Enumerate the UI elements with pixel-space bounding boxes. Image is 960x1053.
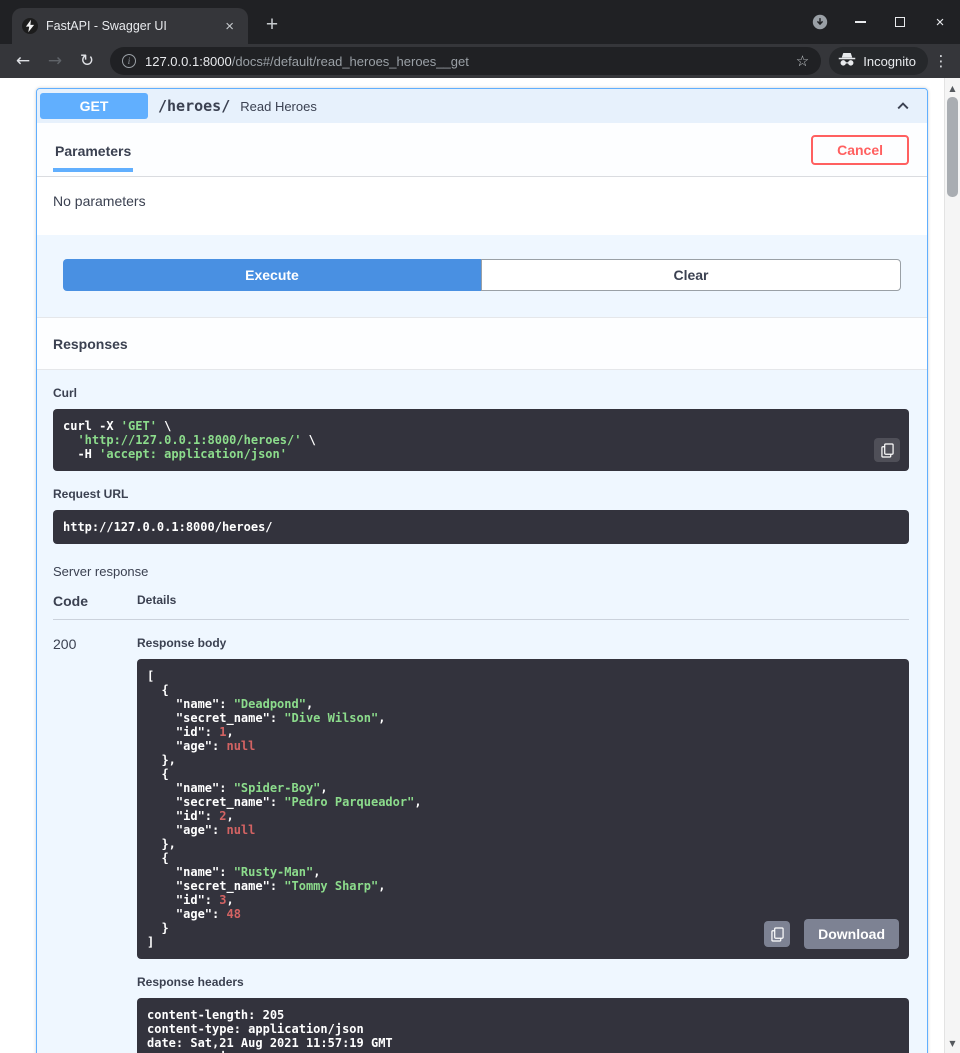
maximize-button[interactable]: [892, 14, 908, 30]
copy-curl-icon[interactable]: [874, 438, 900, 462]
cancel-button[interactable]: Cancel: [811, 135, 909, 165]
response-table-header: Code Details: [53, 593, 909, 620]
new-tab-button[interactable]: +: [258, 11, 286, 39]
browser-update-icon[interactable]: [812, 14, 828, 30]
url-host: 127.0.0.1:8000: [145, 54, 232, 69]
responses-title: Responses: [53, 336, 128, 352]
parameters-header: Parameters Cancel: [37, 123, 927, 177]
tab-parameters[interactable]: Parameters: [53, 128, 133, 172]
execute-button-group: Execute Clear: [63, 259, 901, 291]
swagger-page: GET /heroes/ Read Heroes Parameters Canc…: [0, 78, 960, 1053]
incognito-icon: [838, 52, 856, 70]
url-text[interactable]: 127.0.0.1:8000/docs#/default/read_heroes…: [145, 54, 787, 69]
page-scrollbar[interactable]: ▲ ▼: [944, 78, 960, 1053]
responses-header: Responses: [37, 317, 927, 370]
tab-title: FastAPI - Swagger UI: [46, 19, 213, 33]
opblock-summary[interactable]: GET /heroes/ Read Heroes: [37, 89, 927, 123]
opblock-get-heroes: GET /heroes/ Read Heroes Parameters Canc…: [36, 88, 928, 1053]
curl-label: Curl: [53, 386, 909, 400]
reload-icon[interactable]: ↻: [72, 47, 102, 75]
url-path: /docs#/default/read_heroes_heroes__get: [232, 54, 469, 69]
response-body-json: [ { "name": "Deadpond", "secret_name": "…: [137, 659, 909, 959]
clear-button[interactable]: Clear: [481, 259, 901, 291]
back-icon[interactable]: ←: [8, 47, 38, 75]
copy-response-icon[interactable]: [764, 921, 790, 947]
execute-button[interactable]: Execute: [63, 259, 481, 291]
page-info-icon[interactable]: i: [122, 54, 136, 68]
fastapi-favicon: [22, 18, 38, 34]
details-column-header: Details: [137, 593, 909, 609]
method-badge: GET: [40, 93, 148, 119]
response-body-label: Response body: [137, 636, 909, 650]
response-headers-block: content-length: 205 content-type: applic…: [137, 998, 909, 1053]
response-details: Response body [ { "name": "Deadpond", "s…: [137, 636, 909, 1053]
no-parameters-text: No parameters: [53, 193, 146, 209]
status-code: 200: [53, 636, 137, 1053]
request-url-label: Request URL: [53, 487, 909, 501]
forward-icon[interactable]: →: [40, 47, 70, 75]
response-body-block: [ { "name": "Deadpond", "secret_name": "…: [137, 659, 909, 959]
curl-command: curl -X 'GET' \ 'http://127.0.0.1:8000/h…: [53, 409, 909, 471]
response-headers-label: Response headers: [137, 975, 909, 989]
endpoint-path: /heroes/: [158, 97, 230, 115]
response-body-actions: Download: [764, 919, 899, 949]
collapse-chevron-icon[interactable]: [889, 96, 917, 116]
code-column-header: Code: [53, 593, 137, 609]
endpoint-summary: Read Heroes: [240, 99, 317, 114]
scrollbar-thumb[interactable]: [947, 97, 958, 197]
response-headers-text: content-length: 205 content-type: applic…: [137, 998, 909, 1053]
response-row-200: 200 Response body [ { "name": "Deadpond"…: [53, 620, 909, 1053]
responses-body: Curl curl -X 'GET' \ 'http://127.0.0.1:8…: [37, 370, 927, 1053]
tab-bar: FastAPI - Swagger UI × + ×: [0, 0, 960, 44]
request-url-block: http://127.0.0.1:8000/heroes/: [53, 510, 909, 544]
parameters-body: No parameters: [37, 177, 927, 235]
navigation-bar: ← → ↻ i 127.0.0.1:8000/docs#/default/rea…: [0, 44, 960, 78]
execute-wrapper: Execute Clear: [37, 235, 927, 317]
server-response-label: Server response: [53, 564, 909, 579]
curl-block: curl -X 'GET' \ 'http://127.0.0.1:8000/h…: [53, 409, 909, 471]
download-button[interactable]: Download: [804, 919, 899, 949]
browser-menu-icon[interactable]: ⋮: [930, 52, 952, 70]
close-window-button[interactable]: ×: [932, 14, 948, 30]
incognito-badge: Incognito: [829, 47, 928, 75]
request-url-value: http://127.0.0.1:8000/heroes/: [53, 510, 909, 544]
scroll-down-icon[interactable]: ▼: [945, 1035, 960, 1051]
tab-close-icon[interactable]: ×: [221, 17, 238, 36]
window-controls: ×: [812, 0, 948, 44]
minimize-button[interactable]: [852, 14, 868, 30]
browser-window: FastAPI - Swagger UI × + × ← → ↻ i 127.0…: [0, 0, 960, 1053]
address-bar[interactable]: i 127.0.0.1:8000/docs#/default/read_hero…: [110, 47, 821, 75]
bookmark-star-icon[interactable]: ☆: [796, 52, 809, 70]
incognito-label: Incognito: [863, 54, 916, 69]
browser-tab[interactable]: FastAPI - Swagger UI ×: [12, 8, 248, 44]
scroll-up-icon[interactable]: ▲: [945, 80, 960, 96]
